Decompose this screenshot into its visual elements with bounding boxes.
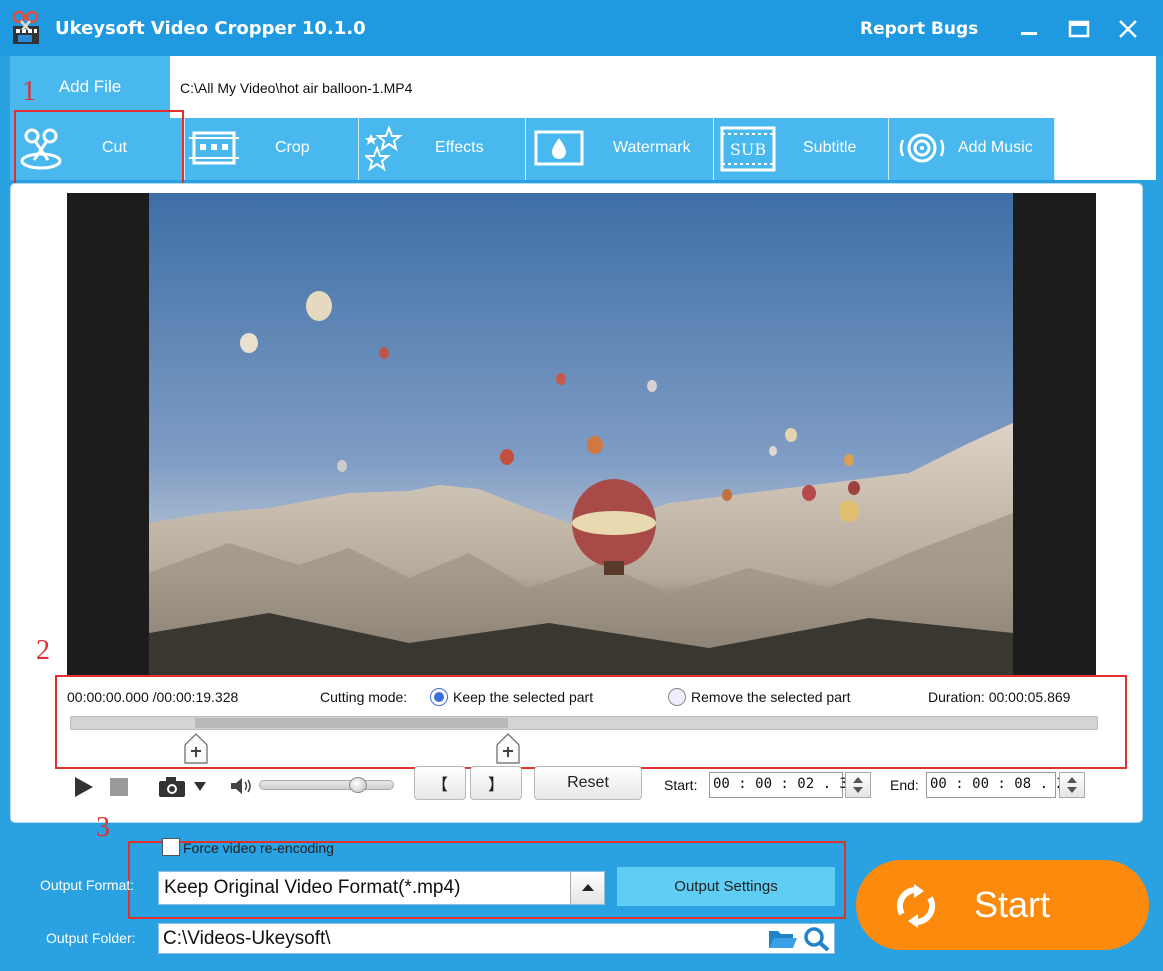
- set-start-bracket-button[interactable]: 【: [414, 766, 466, 800]
- timeline-selection: [195, 718, 508, 728]
- end-time-input[interactable]: 00 : 00 : 08 . 211: [926, 772, 1082, 798]
- duration-label: Duration: 00:00:05.869: [928, 689, 1071, 705]
- video-frame: [149, 193, 1013, 677]
- app-logo-icon: [10, 10, 44, 51]
- play-icon[interactable]: [72, 775, 96, 804]
- stars-icon: [363, 125, 405, 177]
- cutting-mode-label: Cutting mode:: [320, 689, 408, 705]
- end-time-spinner[interactable]: [1059, 772, 1085, 798]
- convert-sync-icon: [894, 884, 938, 933]
- keep-part-radio[interactable]: [430, 688, 448, 706]
- reset-button[interactable]: Reset: [534, 766, 642, 800]
- end-time-label: End:: [890, 777, 919, 793]
- annotation-number-3: 3: [96, 812, 110, 843]
- app-title: Ukeysoft Video Cropper 10.1.0: [55, 18, 366, 39]
- tab-effects-label: Effects: [435, 139, 484, 156]
- output-folder-input[interactable]: C:\Videos-Ukeysoft\: [158, 923, 835, 954]
- minimize-icon[interactable]: [1014, 14, 1044, 44]
- annotation-number-2: 2: [36, 635, 50, 666]
- folder-open-icon[interactable]: [767, 926, 797, 957]
- search-icon[interactable]: [803, 926, 831, 957]
- start-button[interactable]: Start: [856, 860, 1149, 950]
- time-position: 00:00:00.000 /00:00:19.328: [67, 689, 239, 705]
- start-time-input[interactable]: 00 : 00 : 02 . 342: [709, 772, 865, 798]
- output-folder-value: C:\Videos-Ukeysoft\: [163, 928, 331, 949]
- output-format-value: Keep Original Video Format(*.mp4): [164, 877, 461, 898]
- format-dropdown-arrow-icon[interactable]: [570, 872, 604, 904]
- tab-subtitle[interactable]: SUB Subtitle: [714, 118, 889, 180]
- close-icon[interactable]: [1113, 14, 1143, 44]
- start-handle[interactable]: [183, 733, 209, 765]
- radio-unselected-icon: [668, 688, 686, 706]
- remove-part-label: Remove the selected part: [691, 689, 851, 705]
- output-format-label: Output Format:: [40, 877, 135, 893]
- annotation-box-1: [14, 110, 184, 190]
- snapshot-dropdown-icon[interactable]: [192, 778, 208, 799]
- file-path: C:\All My Video\hot air balloon-1.MP4: [180, 80, 413, 96]
- start-time-label: Start:: [664, 777, 698, 793]
- annotation-number-1: 1: [22, 76, 36, 107]
- keep-part-label: Keep the selected part: [453, 689, 594, 705]
- stop-icon[interactable]: [108, 776, 130, 803]
- remove-part-radio[interactable]: [668, 688, 686, 706]
- tab-watermark[interactable]: Watermark: [526, 118, 714, 180]
- end-handle[interactable]: [495, 733, 521, 765]
- volume-slider[interactable]: [259, 780, 394, 790]
- output-format-select[interactable]: Keep Original Video Format(*.mp4): [158, 871, 605, 905]
- maximize-icon[interactable]: [1064, 14, 1094, 44]
- music-icon: [897, 130, 947, 171]
- timeline-track[interactable]: [70, 716, 1098, 730]
- subtitle-icon: SUB: [720, 126, 776, 177]
- tab-subtitle-label: Subtitle: [803, 139, 857, 156]
- force-reencode-checkbox[interactable]: [162, 838, 180, 856]
- report-bugs-link[interactable]: Report Bugs: [860, 19, 978, 39]
- radio-selected-icon: [430, 688, 448, 706]
- start-time-spinner[interactable]: [845, 772, 871, 798]
- volume-icon[interactable]: [229, 775, 255, 802]
- drop-icon: [534, 130, 584, 171]
- crop-icon: [189, 130, 239, 171]
- subtitle-icon-text: SUB: [730, 140, 766, 159]
- tab-effects[interactable]: Effects: [359, 118, 526, 180]
- snapshot-camera-icon[interactable]: [157, 775, 189, 804]
- tab-add-music-label: Add Music: [958, 139, 1033, 156]
- tab-crop-label: Crop: [275, 139, 310, 156]
- start-button-label: Start: [974, 884, 1051, 925]
- force-reencode-label: Force video re-encoding: [183, 840, 334, 856]
- tab-watermark-label: Watermark: [613, 139, 691, 156]
- tab-crop[interactable]: Crop: [185, 118, 359, 180]
- set-end-bracket-button[interactable]: 】: [470, 766, 522, 800]
- output-settings-button[interactable]: Output Settings: [617, 867, 835, 906]
- output-folder-label: Output Folder:: [46, 930, 136, 946]
- volume-knob[interactable]: [349, 777, 367, 793]
- tab-add-music[interactable]: Add Music: [889, 118, 1055, 180]
- video-preview: [67, 193, 1096, 677]
